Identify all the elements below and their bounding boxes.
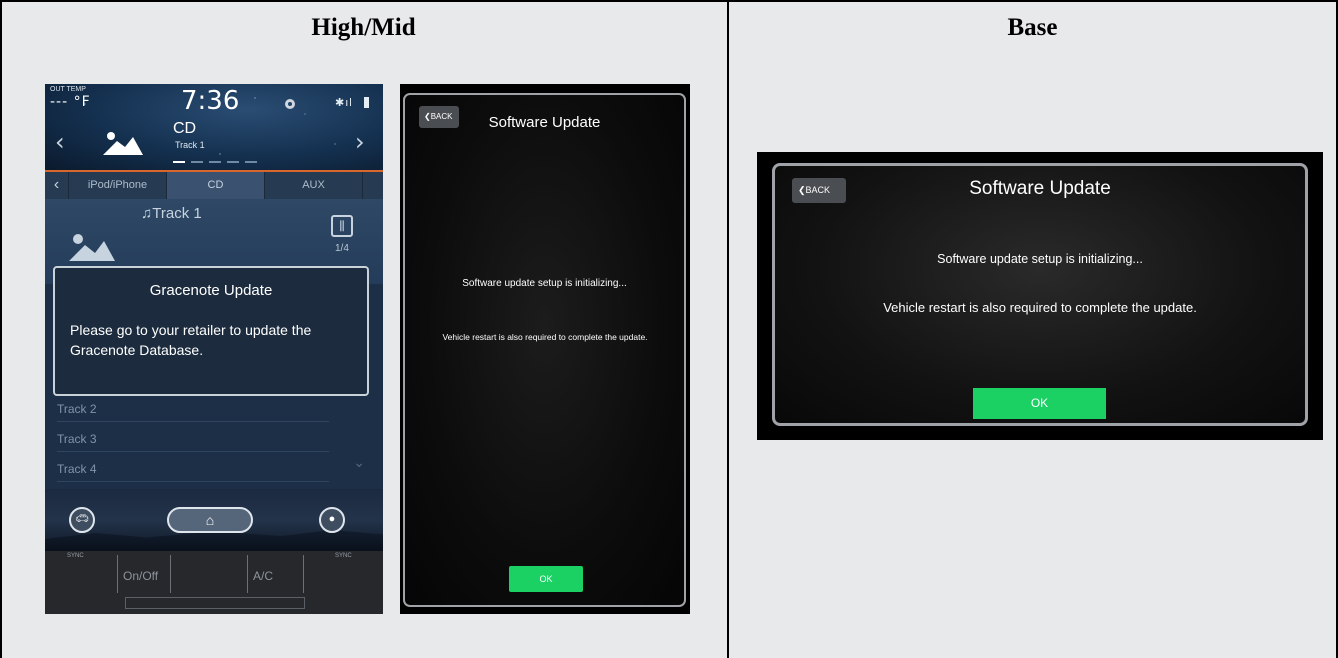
audio-header: OUT TEMP --- °F 7:36 ✱ıl ‹ › CD Track 1 [45, 84, 383, 170]
now-playing-track: ♫Track 1 [141, 205, 202, 222]
equalizer-icon[interactable]: ⫼ [331, 215, 353, 237]
dialog-title: Software Update [969, 178, 1111, 199]
column-header-high-mid: High/Mid [311, 14, 416, 41]
portrait-update-screen: ❮BACK Software Update Software update se… [400, 84, 690, 614]
tab-aux[interactable]: AUX [265, 172, 363, 199]
sync-right-label: SYNC [335, 553, 352, 559]
car-icon[interactable]: 🚗︎ [69, 507, 95, 533]
tab-cd[interactable]: CD [167, 172, 265, 199]
chevron-left-icon[interactable]: ‹ [55, 128, 65, 156]
ok-button[interactable]: OK [509, 566, 583, 592]
popup-message: Please go to your retailer to update the… [70, 322, 312, 358]
source-title: CD [173, 120, 197, 137]
album-art-icon [69, 234, 115, 261]
tab-spacer [363, 172, 383, 199]
list-item[interactable]: Track 3 [57, 424, 329, 452]
tab-ipod-iphone[interactable]: iPod/iPhone [69, 172, 167, 199]
record-icon [285, 99, 295, 109]
divider [170, 555, 171, 593]
ac-button[interactable]: A/C [253, 569, 273, 583]
list-item[interactable]: Track 2 [57, 394, 329, 422]
divider [247, 555, 248, 593]
status-message: Software update setup is initializing... [462, 278, 627, 289]
chevron-right-icon[interactable]: › [355, 128, 365, 156]
track-count: 1/4 [335, 243, 349, 254]
ok-button[interactable]: OK [973, 388, 1106, 419]
popup-title: Gracenote Update [149, 282, 273, 299]
home-icon[interactable]: ⌂ [167, 507, 253, 533]
chevron-down-icon[interactable]: ⌄ [353, 454, 365, 471]
source-track: Track 1 [175, 140, 205, 150]
update-dialog [772, 163, 1308, 426]
page-indicator [173, 161, 257, 163]
audio-screen: OUT TEMP --- °F 7:36 ✱ıl ‹ › CD Track 1 … [45, 84, 383, 614]
profile-icon[interactable]: ● [319, 507, 345, 533]
on-off-button[interactable]: On/Off [123, 569, 158, 583]
column-divider [727, 0, 729, 658]
out-temp-value: --- °F [50, 94, 91, 110]
list-item[interactable]: Track 4 [57, 454, 329, 482]
source-tabs: ‹ iPod/iPhone CD AUX [45, 172, 383, 199]
restart-message: Vehicle restart is also required to comp… [883, 300, 1197, 315]
column-header-base: Base [1007, 14, 1058, 41]
battery-icon [364, 97, 369, 108]
bottom-bar: 🚗︎ ⌂ ● [45, 489, 383, 551]
fan-speed-bar[interactable] [125, 597, 305, 609]
status-message: Software update setup is initializing... [937, 252, 1143, 266]
restart-message: Vehicle restart is also required to comp… [442, 332, 648, 342]
sync-left-label: SYNC [67, 553, 84, 559]
out-temp-label: OUT TEMP [50, 86, 86, 93]
album-art-icon [103, 132, 143, 155]
bluetooth-signal-icon: ✱ıl [335, 97, 353, 109]
divider [303, 555, 304, 593]
climate-bar: SYNC SYNC On/Off A/C [45, 551, 383, 614]
gracenote-popup: Gracenote Update Please go to your retai… [53, 266, 369, 396]
landscape-update-screen: ❮BACK Software Update Software update se… [757, 152, 1323, 440]
update-dialog [403, 93, 686, 607]
tab-chevron-left-icon[interactable]: ‹ [45, 172, 69, 199]
divider [117, 555, 118, 593]
clock: 7:36 [181, 86, 240, 116]
dialog-title: Software Update [488, 114, 601, 131]
